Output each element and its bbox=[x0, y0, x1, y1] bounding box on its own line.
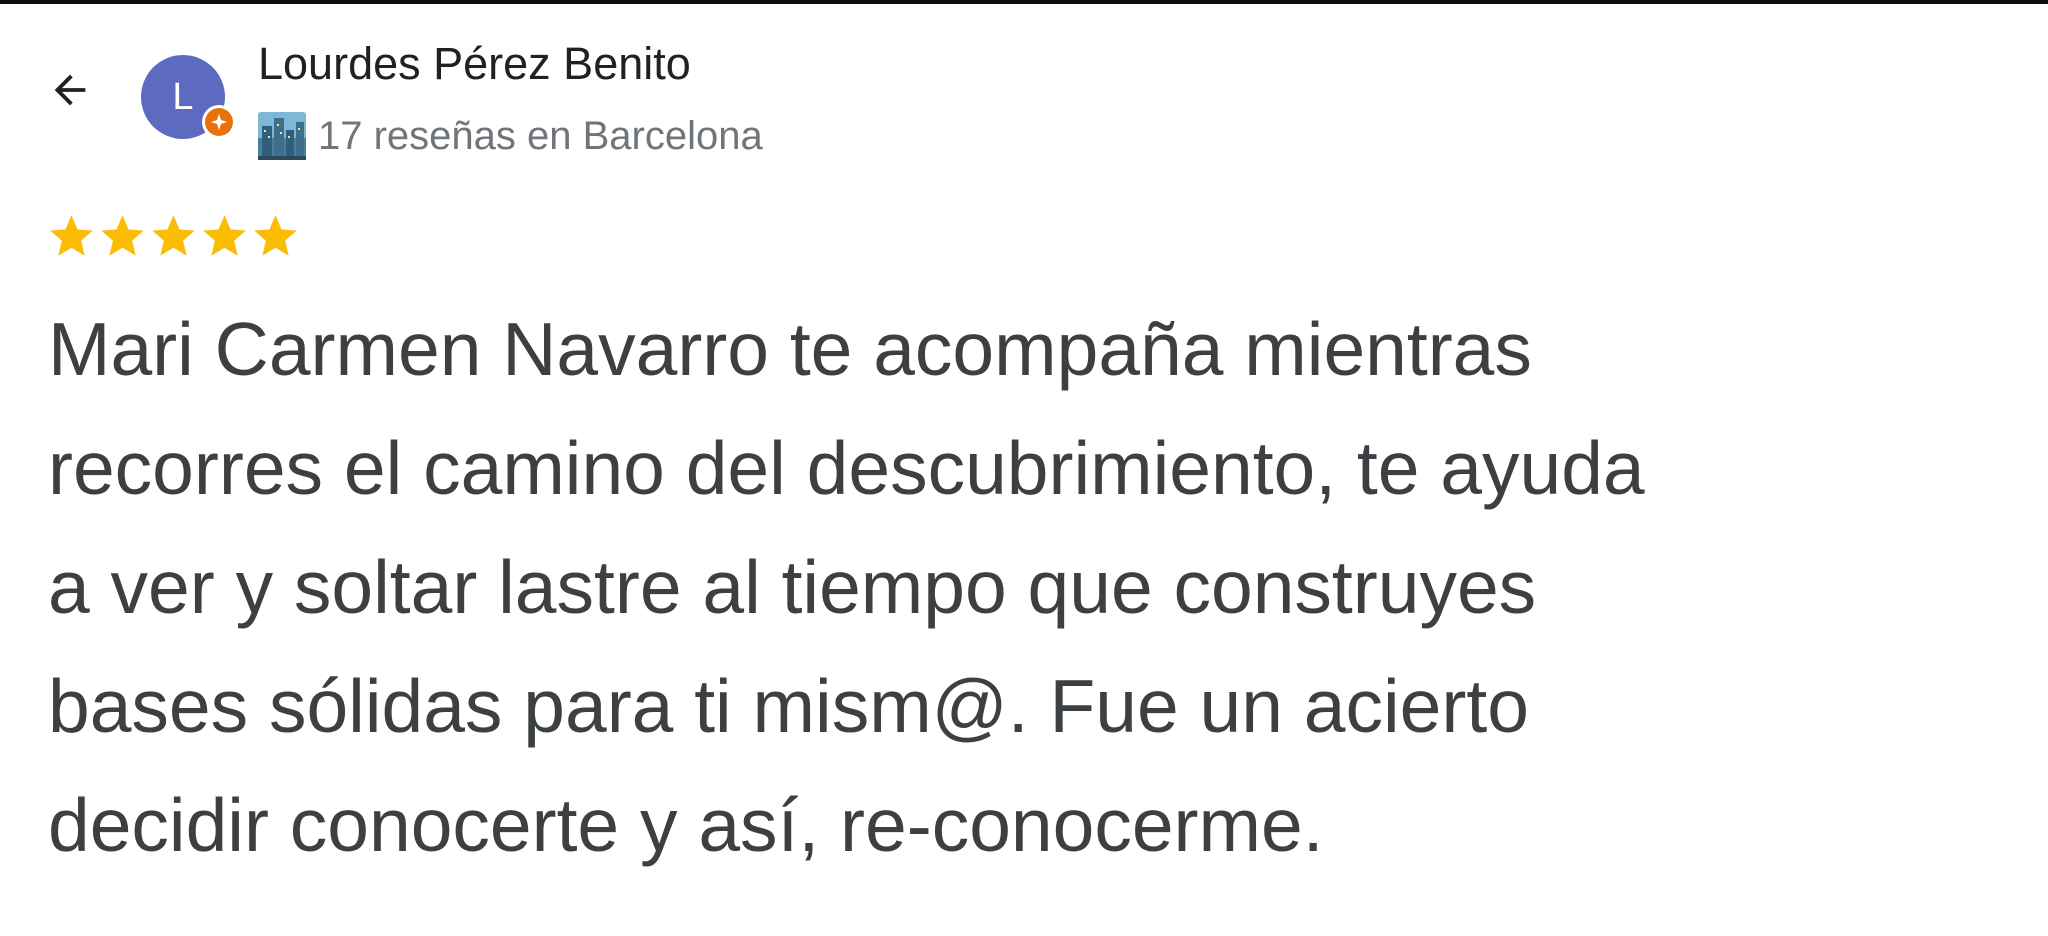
cityscape-icon bbox=[258, 112, 306, 160]
back-button[interactable] bbox=[40, 60, 100, 120]
local-guide-badge bbox=[202, 105, 236, 139]
star-icon bbox=[254, 214, 297, 256]
reviewer-name[interactable]: Lourdes Pérez Benito bbox=[258, 36, 691, 92]
review-line: decidir conocerte y así, re-conocerme. bbox=[48, 783, 1324, 867]
review-count: 17 reseñas en Barcelona bbox=[318, 114, 763, 158]
star-icon bbox=[152, 214, 195, 256]
review-screen: L Lourdes Pérez Benito 17 reseñas en Bar… bbox=[0, 0, 2048, 936]
top-border bbox=[0, 0, 2048, 4]
local-guide-sparkle-icon bbox=[205, 108, 233, 136]
star-icon bbox=[50, 214, 93, 256]
arrow-left-icon bbox=[54, 74, 86, 106]
reviewer-meta: 17 reseñas en Barcelona bbox=[258, 108, 763, 164]
review-line: a ver y soltar lastre al tiempo que cons… bbox=[48, 545, 1537, 629]
star-rating bbox=[46, 208, 301, 264]
review-line: bases sólidas para ti mism@. Fue un acie… bbox=[48, 664, 1529, 748]
star-icon bbox=[101, 214, 144, 256]
star-icon bbox=[203, 214, 246, 256]
review-line: recorres el camino del descubrimiento, t… bbox=[48, 426, 1645, 510]
review-text: Mari Carmen Navarro te acompaña mientras… bbox=[48, 290, 2028, 885]
review-line: Mari Carmen Navarro te acompaña mientras bbox=[48, 307, 1532, 391]
